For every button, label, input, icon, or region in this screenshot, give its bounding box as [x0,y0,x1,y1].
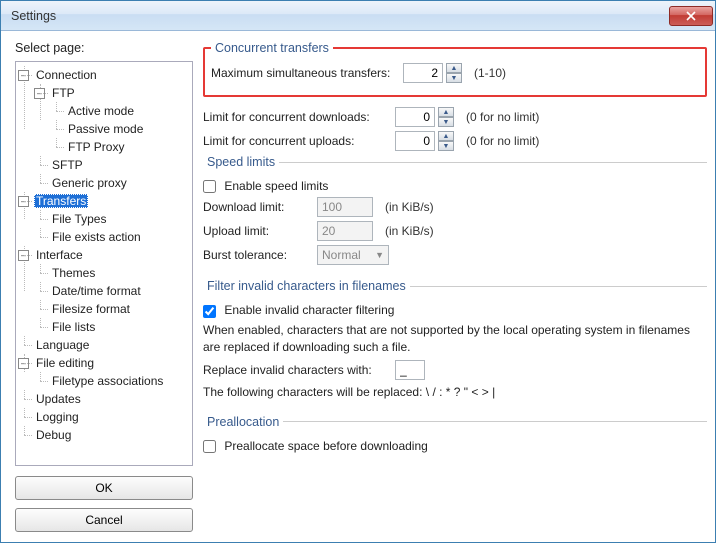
prealloc-checkbox[interactable] [203,440,216,453]
tree-toggle[interactable]: – [18,358,29,369]
max-transfers-label: Maximum simultaneous transfers: [211,66,397,80]
max-transfers-hint: (1-10) [474,66,506,80]
enable-filter-checkbox[interactable] [203,305,216,318]
titlebar: Settings [1,1,715,31]
ul-speed-label: Upload limit: [203,224,311,238]
burst-label: Burst tolerance: [203,248,311,262]
replace-label: Replace invalid characters with: [203,363,389,377]
spin-up-icon[interactable]: ▲ [446,63,462,73]
ul-speed-unit: (in KiB/s) [385,224,434,238]
tree-toggle[interactable]: – [18,196,29,207]
ok-button[interactable]: OK [15,476,193,500]
ul-speed-input[interactable] [317,221,373,241]
window-title: Settings [11,9,669,23]
dl-limit-label: Limit for concurrent downloads: [203,110,389,124]
dl-limit-input[interactable] [395,107,435,127]
tree-connection[interactable]: Connection [34,68,99,82]
dl-speed-label: Download limit: [203,200,311,214]
group-concurrent-legend: Concurrent transfers [211,41,333,55]
tree-file-editing[interactable]: File editing [34,356,96,370]
ul-limit-input[interactable] [395,131,435,151]
cancel-button[interactable]: Cancel [15,508,193,532]
close-icon [686,11,696,21]
replace-input[interactable] [395,360,425,380]
group-concurrent: Concurrent transfers Maximum simultaneou… [203,41,707,97]
spin-down-icon[interactable]: ▼ [438,117,454,127]
dialog-buttons: OK Cancel [15,476,193,532]
tree-debug[interactable]: Debug [34,428,73,442]
tree-filetype-assoc[interactable]: Filetype associations [50,374,165,388]
chevron-down-icon: ▼ [375,250,384,260]
burst-select[interactable]: Normal ▼ [317,245,389,265]
spin-down-icon[interactable]: ▼ [446,73,462,83]
tree-toggle[interactable]: – [18,250,29,261]
enable-speed-label[interactable]: Enable speed limits [203,179,328,193]
group-speed-legend: Speed limits [203,155,279,169]
dl-speed-unit: (in KiB/s) [385,200,434,214]
tree-file-types[interactable]: File Types [50,212,108,226]
select-page-label: Select page: [15,41,193,55]
group-prealloc-legend: Preallocation [203,415,283,429]
dialog-body: Select page: – Connection – FTP Active m… [1,31,715,542]
enable-speed-checkbox[interactable] [203,180,216,193]
tree-toggle[interactable]: – [18,70,29,81]
tree-sftp[interactable]: SFTP [50,158,85,172]
spin-up-icon[interactable]: ▲ [438,131,454,141]
max-transfers-input[interactable] [403,63,443,83]
dl-speed-input[interactable] [317,197,373,217]
ul-limit-label: Limit for concurrent uploads: [203,134,389,148]
page-tree[interactable]: – Connection – FTP Active mode Passive m… [15,61,193,466]
prealloc-label[interactable]: Preallocate space before downloading [203,439,428,453]
ul-limit-hint: (0 for no limit) [466,134,539,148]
settings-window: Settings Select page: – Connection – FTP [0,0,716,543]
group-prealloc: Preallocation Preallocate space before d… [203,415,707,457]
group-speed: Speed limits Enable speed limits Downloa… [203,155,707,269]
spin-down-icon[interactable]: ▼ [438,141,454,151]
tree-language[interactable]: Language [34,338,91,352]
tree-filesize-format[interactable]: Filesize format [50,302,132,316]
filter-description: When enabled, characters that are not su… [203,322,707,356]
enable-filter-label[interactable]: Enable invalid character filtering [203,303,394,317]
tree-passive-mode[interactable]: Passive mode [66,122,145,136]
spin-up-icon[interactable]: ▲ [438,107,454,117]
group-filter-legend: Filter invalid characters in filenames [203,279,410,293]
tree-file-lists[interactable]: File lists [50,320,97,334]
settings-panel: Concurrent transfers Maximum simultaneou… [193,41,707,532]
tree-themes[interactable]: Themes [50,266,97,280]
left-column: Select page: – Connection – FTP Active m… [15,41,193,532]
group-filter: Filter invalid characters in filenames E… [203,279,707,404]
tree-ftp[interactable]: FTP [50,86,77,100]
tree-interface[interactable]: Interface [34,248,85,262]
dl-limit-hint: (0 for no limit) [466,110,539,124]
tree-file-exists[interactable]: File exists action [50,230,143,244]
filter-following: The following characters will be replace… [203,384,707,401]
tree-generic-proxy[interactable]: Generic proxy [50,176,129,190]
tree-toggle[interactable]: – [34,88,45,99]
tree-updates[interactable]: Updates [34,392,83,406]
tree-active-mode[interactable]: Active mode [66,104,136,118]
tree-transfers[interactable]: Transfers [34,194,88,208]
tree-logging[interactable]: Logging [34,410,81,424]
tree-ftp-proxy[interactable]: FTP Proxy [66,140,126,154]
tree-date-format[interactable]: Date/time format [50,284,143,298]
close-button[interactable] [669,6,713,26]
